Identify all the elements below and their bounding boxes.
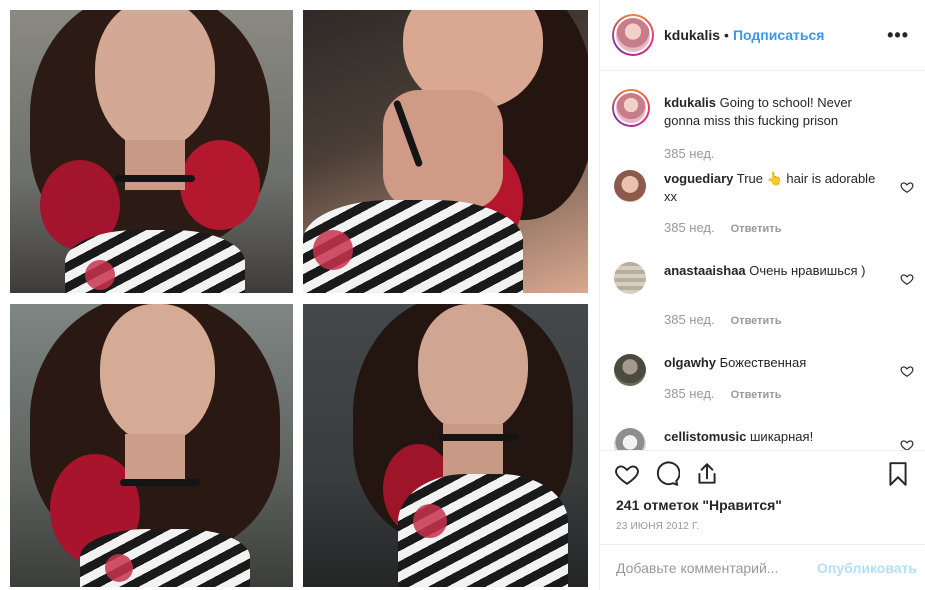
caption-time[interactable]: 385 нед.: [664, 146, 715, 161]
collage-photo-3: [10, 304, 293, 587]
author-avatar[interactable]: [612, 14, 654, 56]
comment-text: Божественная: [719, 355, 807, 370]
separator-dot: •: [724, 27, 729, 43]
small-heart-icon[interactable]: [900, 364, 914, 378]
more-options-icon[interactable]: •••: [887, 25, 909, 46]
reply-button[interactable]: Ответить: [731, 315, 782, 327]
post-sidebar: kdukalis • Подписаться ••• kdukalis Goin…: [599, 0, 925, 590]
post-actions: 241 отметок "Нравится" 23 ИЮНЯ 2012 Г.: [600, 450, 925, 544]
commenter-avatar[interactable]: [614, 428, 646, 450]
commenter-avatar[interactable]: [614, 354, 646, 386]
comment-text: Очень нравишься ): [749, 263, 866, 278]
commenter-avatar[interactable]: [614, 262, 646, 294]
share-icon[interactable]: [694, 461, 720, 487]
comment-username[interactable]: voguediary: [664, 171, 733, 186]
like-icon[interactable]: [614, 461, 640, 487]
small-heart-icon[interactable]: [900, 438, 914, 450]
caption-username[interactable]: kdukalis: [664, 95, 716, 110]
bookmark-icon[interactable]: [885, 461, 911, 487]
comment-time[interactable]: 385 нед.: [664, 312, 715, 327]
post-header: kdukalis • Подписаться •••: [600, 0, 925, 71]
comment-time[interactable]: 385 нед.: [664, 220, 715, 235]
post-date[interactable]: 23 ИЮНЯ 2012 Г.: [616, 521, 699, 532]
instagram-post: kdukalis • Подписаться ••• kdukalis Goin…: [0, 0, 925, 590]
comment-username[interactable]: olgawhy: [664, 355, 716, 370]
post-image-collage[interactable]: [0, 0, 599, 590]
likes-count[interactable]: 241 отметок "Нравится": [616, 497, 782, 513]
collage-photo-4: [303, 304, 588, 587]
small-heart-icon[interactable]: [900, 272, 914, 286]
publish-button[interactable]: Опубликовать: [817, 560, 917, 576]
comment-username[interactable]: cellistomusic: [664, 429, 746, 444]
caption-avatar[interactable]: [612, 89, 650, 127]
commenter-avatar[interactable]: [614, 170, 646, 202]
comment-username[interactable]: anastaaishaa: [664, 263, 746, 278]
reply-button[interactable]: Ответить: [731, 223, 782, 235]
add-comment-bar: Опубликовать: [600, 544, 925, 590]
reply-button[interactable]: Ответить: [731, 389, 782, 401]
comment-time[interactable]: 385 нед.: [664, 386, 715, 401]
comment-input[interactable]: [616, 559, 816, 576]
small-heart-icon[interactable]: [900, 180, 914, 194]
collage-photo-1: [10, 10, 293, 293]
comment-icon[interactable]: [654, 461, 680, 487]
follow-button[interactable]: Подписаться: [733, 27, 825, 43]
collage-photo-2: [303, 10, 588, 293]
comments-list[interactable]: kdukalis Going to school! Never gonna mi…: [600, 72, 925, 450]
author-username[interactable]: kdukalis: [664, 27, 720, 43]
comment-text: шикарная!: [750, 429, 814, 444]
